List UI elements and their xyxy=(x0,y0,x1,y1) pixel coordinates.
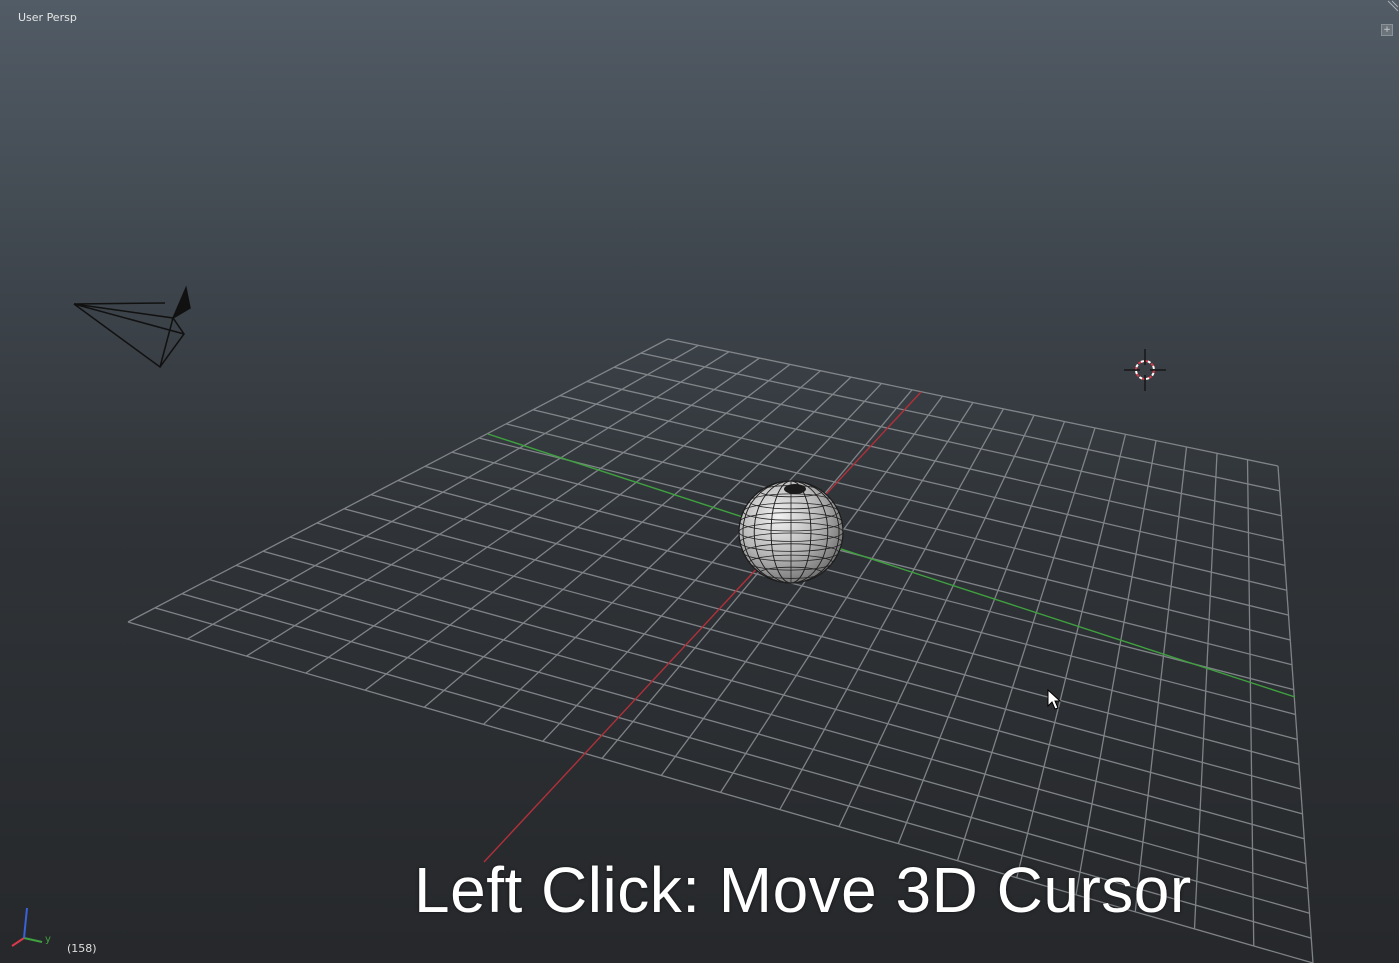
corner-drag-handle[interactable] xyxy=(1385,0,1399,14)
grid-line xyxy=(1193,453,1218,929)
3d-viewport[interactable]: y + User Persp (158) Left Click: Move 3D… xyxy=(0,0,1399,963)
axis-gizmo-icon xyxy=(11,907,43,947)
shortcut-caption: Left Click: Move 3D Cursor xyxy=(414,854,1192,926)
plus-icon[interactable]: + xyxy=(1381,24,1393,36)
sphere-object[interactable] xyxy=(738,480,844,584)
grid-line xyxy=(1277,465,1314,963)
camera-wireframe-icon[interactable] xyxy=(73,285,191,369)
frame-counter: (158) xyxy=(67,942,97,955)
grid-line xyxy=(208,578,1308,890)
axis-gizmo-y-label: y xyxy=(45,934,51,945)
view-label: User Persp xyxy=(18,11,77,24)
scene-canvas[interactable]: y xyxy=(0,0,1399,963)
3d-cursor-icon[interactable] xyxy=(1124,349,1166,391)
